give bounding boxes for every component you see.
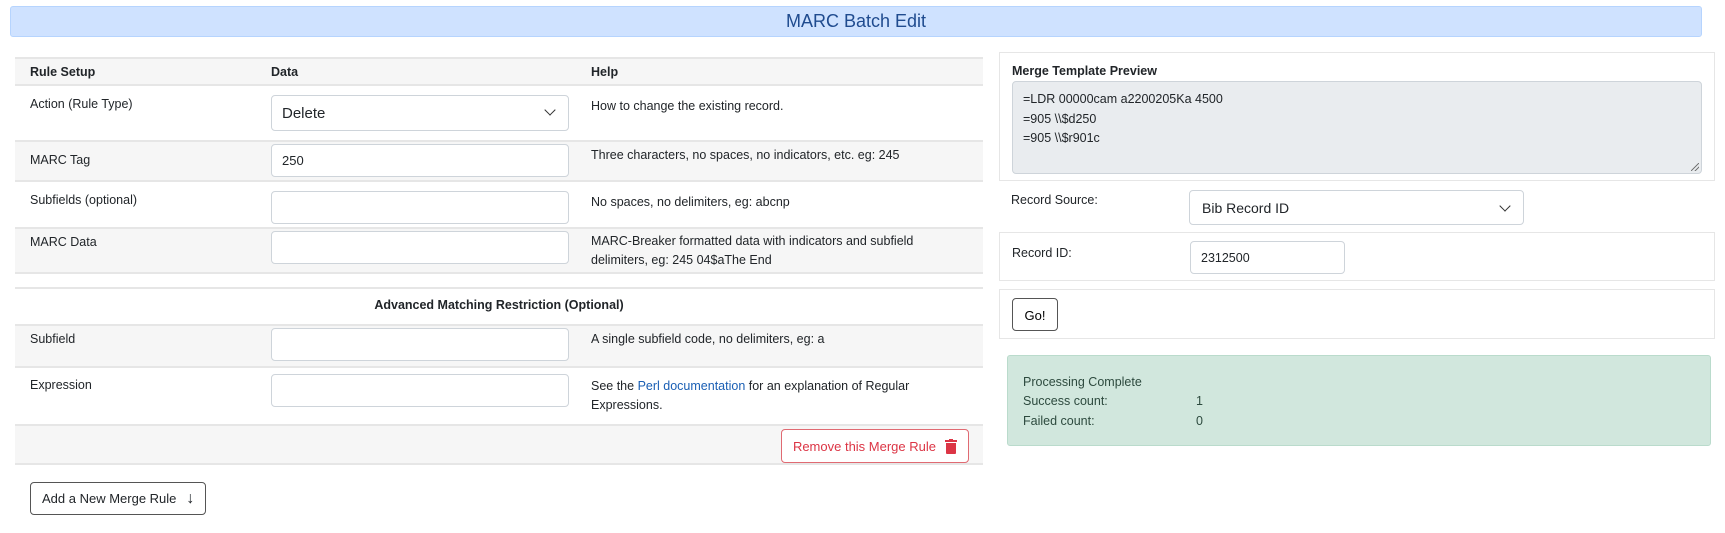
record-source-value: Bib Record ID <box>1202 200 1290 216</box>
marc-tag-help: Three characters, no spaces, no indicato… <box>591 148 900 162</box>
marc-tag-input[interactable]: 250 <box>271 144 569 177</box>
expression-help: See the Perl documentation for an explan… <box>591 377 971 415</box>
table-header: Rule Setup Data Help <box>15 57 983 84</box>
preview-line: =905 \\$d250 <box>1023 111 1097 126</box>
marc-tag-label: MARC Tag <box>30 153 91 167</box>
remove-rule-row: Remove this Merge Rule <box>15 424 983 465</box>
merge-template-preview-panel: Merge Template Preview =LDR 00000cam a22… <box>999 52 1715 181</box>
add-button-label: Add a New Merge Rule <box>42 491 177 506</box>
expression-input[interactable] <box>271 374 569 407</box>
action-help: How to change the existing record. <box>591 99 784 113</box>
table-row-action: Action (Rule Type) Delete How to change … <box>15 84 983 140</box>
table-row-subfields: Subfields (optional) No spaces, no delim… <box>15 180 983 227</box>
go-panel: Go! <box>999 289 1715 339</box>
table-row-marc-data: MARC Data MARC-Breaker formatted data wi… <box>15 227 983 272</box>
failed-count-value: 0 <box>1196 414 1203 428</box>
expression-help-prefix: See the <box>591 379 638 393</box>
record-id-input[interactable]: 2312500 <box>1190 241 1345 274</box>
go-button[interactable]: Go! <box>1012 298 1058 331</box>
arrow-down-icon: ↓ <box>186 489 195 507</box>
record-id-panel: Record ID: 2312500 <box>999 232 1715 281</box>
remove-button-label: Remove this Merge Rule <box>792 438 936 454</box>
chevron-down-icon <box>544 104 556 116</box>
record-source-select[interactable]: Bib Record ID <box>1189 190 1524 225</box>
advanced-section-header: Advanced Matching Restriction (Optional) <box>15 287 983 324</box>
processing-status-alert: Processing Complete Success count: 1 Fai… <box>1007 355 1711 446</box>
expression-label: Expression <box>30 378 92 392</box>
add-merge-rule-button[interactable]: Add a New Merge Rule ↓ <box>30 482 207 515</box>
remove-merge-rule-button[interactable]: Remove this Merge Rule <box>780 429 969 463</box>
trash-icon <box>945 438 957 454</box>
success-count-value: 1 <box>1196 394 1203 408</box>
chevron-down-icon <box>1499 200 1511 212</box>
marc-data-help: MARC-Breaker formatted data with indicat… <box>591 234 914 267</box>
merge-rule-table: Rule Setup Data Help Action (Rule Type) … <box>15 57 983 465</box>
success-count-label: Success count: <box>1023 394 1108 408</box>
subfields-label: Subfields (optional) <box>30 193 138 207</box>
action-select-value: Delete <box>282 105 326 122</box>
preview-title: Merge Template Preview <box>1012 64 1157 78</box>
subfield-help: A single subfield code, no delimiters, e… <box>591 332 825 346</box>
page-title: MARC Batch Edit <box>10 6 1702 37</box>
preview-line: =LDR 00000cam a2200205Ka 4500 <box>1023 92 1223 106</box>
failed-count-label: Failed count: <box>1023 414 1095 428</box>
table-row-marc-tag: MARC Tag 250 Three characters, no spaces… <box>15 140 983 180</box>
marc-data-label: MARC Data <box>30 235 97 249</box>
header-data: Data <box>271 65 299 79</box>
table-row-expression: Expression See the Perl documentation fo… <box>15 366 983 424</box>
table-row-subfield: Subfield A single subfield code, no deli… <box>15 324 983 366</box>
record-source-label: Record Source: <box>1011 193 1098 207</box>
preview-line: =905 \\$r901c <box>1023 131 1100 145</box>
action-label: Action (Rule Type) <box>30 97 133 111</box>
header-rule-setup: Rule Setup <box>30 65 96 79</box>
record-id-label: Record ID: <box>1012 246 1072 260</box>
action-select[interactable]: Delete <box>271 95 569 131</box>
status-title: Processing Complete <box>1023 375 1142 389</box>
subfields-help: No spaces, no delimiters, eg: abcnp <box>591 195 790 209</box>
marc-data-input[interactable] <box>271 231 569 264</box>
advanced-title: Advanced Matching Restriction (Optional) <box>374 298 624 312</box>
subfield-input[interactable] <box>271 328 569 361</box>
perl-documentation-link[interactable]: Perl documentation <box>638 379 746 393</box>
subfield-label: Subfield <box>30 332 76 346</box>
header-help: Help <box>591 65 619 79</box>
resize-handle-icon[interactable] <box>1691 163 1699 171</box>
spacer-row <box>15 272 983 287</box>
subfields-input[interactable] <box>271 191 569 224</box>
preview-textarea[interactable]: =LDR 00000cam a2200205Ka 4500 =905 \\$d2… <box>1012 81 1702 174</box>
